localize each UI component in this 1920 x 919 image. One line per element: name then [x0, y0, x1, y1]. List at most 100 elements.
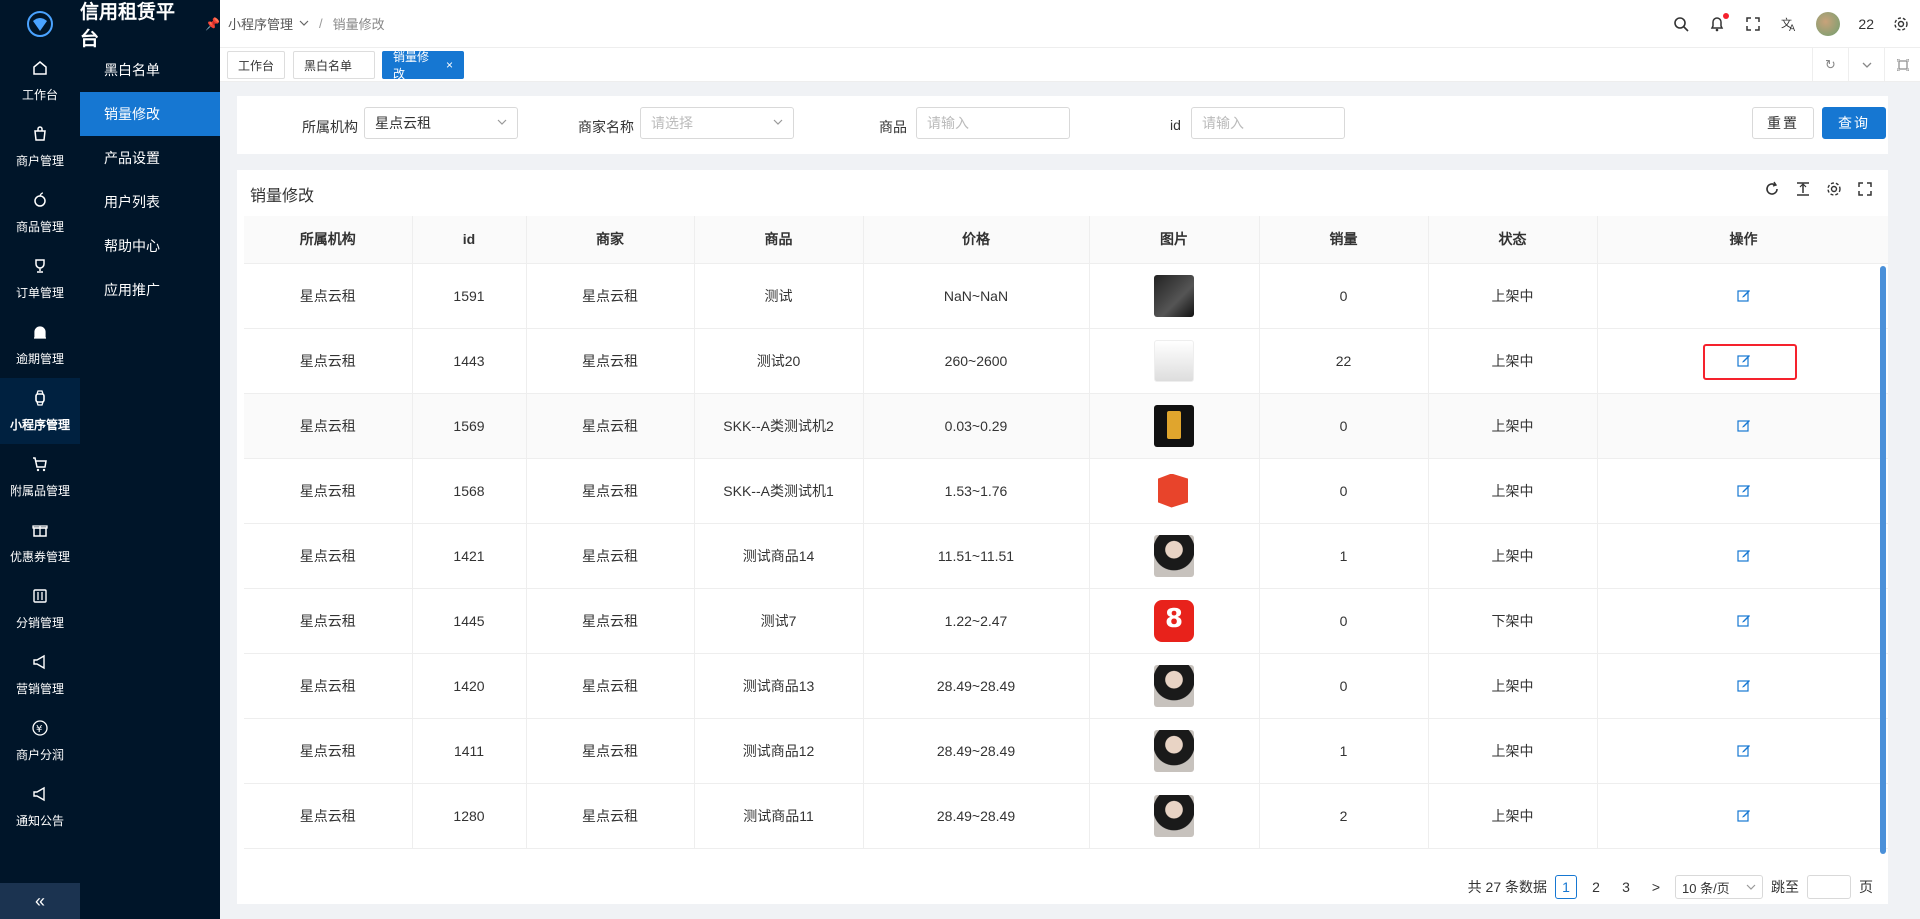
maximize-icon[interactable]: [1884, 48, 1920, 82]
edit-icon[interactable]: [1736, 677, 1752, 693]
cell-price: NaN~NaN: [863, 263, 1090, 329]
table-row: 星点云租 1280 星点云租 测试商品11 28.49~28.49 2 上架中: [244, 783, 1888, 849]
org-select[interactable]: 星点云租: [364, 107, 518, 139]
translate-icon[interactable]: 文A: [1780, 15, 1798, 33]
reset-button[interactable]: 重置: [1752, 107, 1814, 139]
breadcrumb-parent[interactable]: 小程序管理: [228, 14, 293, 33]
bell-icon[interactable]: [1708, 13, 1730, 33]
secondary-sidebar: 信用租赁平台 📌 黑白名单 销量修改 产品设置 用户列表 帮助中心 应用推广: [80, 0, 220, 919]
rail-item-3[interactable]: 订单管理: [0, 246, 80, 312]
subnav-item-3[interactable]: 用户列表: [80, 180, 220, 224]
tab-workbench[interactable]: 工作台: [227, 51, 285, 79]
column-height-icon[interactable]: [1794, 180, 1812, 198]
gear-icon[interactable]: [1825, 180, 1843, 198]
collapse-button[interactable]: «: [0, 883, 80, 919]
cell-price: 28.49~28.49: [863, 783, 1090, 849]
tab-label: 工作台: [238, 58, 275, 73]
product-thumbnail[interactable]: [1154, 469, 1194, 512]
edit-icon[interactable]: [1736, 807, 1752, 823]
search-icon[interactable]: [1672, 15, 1690, 33]
refresh-icon[interactable]: ↻: [1812, 48, 1848, 82]
subnav-item-0[interactable]: 黑白名单: [80, 48, 220, 92]
rail-item-10[interactable]: ¥ 商户分润: [0, 708, 80, 774]
cell-product: SKK--A类测试机1: [694, 458, 864, 524]
subnav-item-1[interactable]: 销量修改: [80, 92, 220, 136]
cell-sales: 0: [1259, 393, 1429, 459]
product-thumbnail[interactable]: [1154, 339, 1194, 382]
cell-image: [1089, 263, 1260, 329]
rail-item-9[interactable]: 营销管理: [0, 642, 80, 708]
avatar[interactable]: [1816, 12, 1841, 36]
product-thumbnail[interactable]: [1154, 599, 1194, 642]
cell-status: 上架中: [1428, 393, 1598, 459]
breadcrumb: 小程序管理 / 销量修改: [228, 14, 385, 33]
chevron-down-icon[interactable]: [1848, 48, 1884, 82]
merchant-select[interactable]: 请选择: [640, 107, 794, 139]
column-header: 所属机构: [244, 216, 413, 264]
refresh-icon[interactable]: [1763, 180, 1781, 198]
edit-icon[interactable]: [1736, 547, 1752, 563]
user-name[interactable]: 22: [1858, 16, 1874, 32]
product-input[interactable]: 请输入: [916, 107, 1070, 139]
query-button[interactable]: 查询: [1822, 107, 1886, 139]
cell-actions: [1597, 718, 1888, 784]
rail-item-6[interactable]: 附属品管理: [0, 444, 80, 510]
jump-input[interactable]: [1807, 875, 1851, 899]
product-thumbnail[interactable]: [1154, 534, 1194, 577]
cell-actions: [1597, 263, 1888, 329]
fullscreen-icon[interactable]: [1744, 15, 1762, 33]
subnav-item-4[interactable]: 帮助中心: [80, 224, 220, 268]
product-thumbnail[interactable]: [1154, 404, 1194, 447]
yen-icon: ¥: [31, 719, 49, 746]
page-3[interactable]: 3: [1615, 875, 1637, 899]
edit-icon[interactable]: [1736, 287, 1752, 303]
pin-icon[interactable]: 📌: [205, 17, 220, 31]
edit-icon[interactable]: [1736, 352, 1752, 368]
edit-icon[interactable]: [1736, 482, 1752, 498]
rail-item-7[interactable]: 优惠券管理: [0, 510, 80, 576]
chevron-down-icon: [773, 119, 783, 125]
cell-id: 1445: [412, 588, 527, 654]
page-size-select[interactable]: 10 条/页: [1675, 875, 1763, 899]
subnav-item-2[interactable]: 产品设置: [80, 136, 220, 180]
table-row: 星点云租1445星点云租测试71.22~2.470下架中: [244, 588, 1888, 654]
page-1[interactable]: 1: [1555, 875, 1577, 899]
next-page-button[interactable]: >: [1645, 875, 1667, 899]
rail-item-label: 优惠券管理: [9, 550, 70, 564]
edit-icon[interactable]: [1736, 742, 1752, 758]
subnav-item-5[interactable]: 应用推广: [80, 268, 220, 312]
cell-actions: [1597, 393, 1888, 459]
page-2[interactable]: 2: [1585, 875, 1607, 899]
cell-image: [1089, 328, 1260, 394]
product-thumbnail[interactable]: [1154, 729, 1194, 772]
shop-icon: [31, 125, 49, 152]
id-label: id: [1170, 117, 1181, 133]
vertical-scrollbar[interactable]: [1880, 266, 1886, 854]
cell-id: 1420: [412, 653, 527, 719]
tab-blackwhite-list[interactable]: 黑白名单: [293, 51, 375, 79]
cell-sales: 0: [1259, 588, 1429, 654]
cell-merchant: 星点云租: [526, 263, 695, 329]
trophy-icon: [31, 257, 49, 284]
rail-item-11[interactable]: 通知公告: [0, 774, 80, 840]
cell-merchant: 星点云租: [526, 588, 695, 654]
edit-icon[interactable]: [1736, 417, 1752, 433]
id-input[interactable]: 请输入: [1191, 107, 1345, 139]
rail-item-1[interactable]: 商户管理: [0, 114, 80, 180]
rail-item-8[interactable]: 分销管理: [0, 576, 80, 642]
rail-item-5[interactable]: 小程序管理: [0, 378, 80, 444]
close-icon[interactable]: ×: [446, 58, 453, 72]
product-thumbnail[interactable]: [1154, 794, 1194, 837]
fullscreen-icon[interactable]: [1856, 180, 1874, 198]
cell-org: 星点云租: [244, 718, 413, 784]
cell-merchant: 星点云租: [526, 458, 695, 524]
product-thumbnail[interactable]: [1154, 664, 1194, 707]
rail-item-2[interactable]: 商品管理: [0, 180, 80, 246]
edit-icon[interactable]: [1736, 612, 1752, 628]
cell-id: 1421: [412, 523, 527, 589]
gear-icon[interactable]: [1892, 15, 1910, 33]
rail-item-4[interactable]: 逾期管理: [0, 312, 80, 378]
tab-sales-edit[interactable]: 销量修改 ×: [382, 50, 464, 81]
rail-item-0[interactable]: 工作台: [0, 48, 80, 114]
product-thumbnail[interactable]: [1154, 274, 1194, 317]
